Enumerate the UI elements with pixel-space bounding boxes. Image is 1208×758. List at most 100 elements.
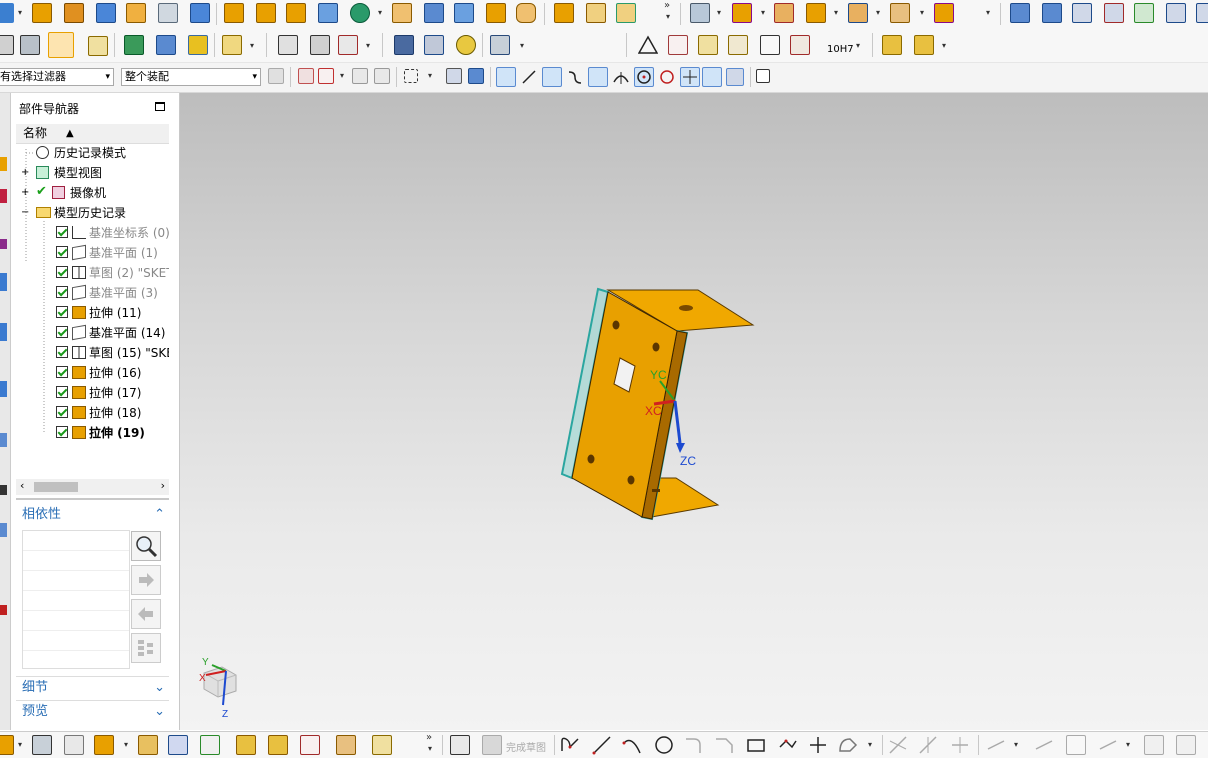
resource-icon-5[interactable]	[0, 323, 7, 341]
weld-icon[interactable]	[490, 35, 510, 55]
document-icon[interactable]	[760, 35, 780, 55]
chevron-down-icon[interactable]: ▾	[124, 740, 128, 749]
auto-dimension-icon[interactable]	[1066, 735, 1086, 755]
solid-icon[interactable]	[554, 3, 574, 23]
search-dependency-button[interactable]	[131, 531, 161, 561]
revolve-icon[interactable]	[158, 3, 178, 23]
dimension-icon[interactable]	[338, 35, 358, 55]
visibility-checkbox[interactable]	[56, 286, 68, 298]
offset-curve-icon[interactable]	[838, 735, 858, 755]
resource-icon-3[interactable]	[0, 239, 7, 249]
snap-intersection-icon[interactable]	[680, 67, 700, 87]
chevron-down-icon[interactable]: ▾	[1014, 740, 1018, 749]
body-select-icon[interactable]	[468, 68, 484, 84]
tree-item-datum-plane-14[interactable]: 基准平面 (14)	[16, 323, 169, 343]
replace-component-icon[interactable]	[300, 735, 320, 755]
stack-icon[interactable]	[882, 35, 902, 55]
collapse-minus-icon[interactable]: −	[21, 203, 29, 223]
layers-icon[interactable]	[20, 35, 40, 55]
new-component-icon[interactable]	[64, 735, 84, 755]
graphics-window[interactable]: YC XC ZC Y X Z	[180, 93, 1208, 730]
extrude-icon[interactable]	[126, 3, 146, 23]
chevron-down-icon[interactable]: ▾	[340, 71, 344, 80]
visibility-checkbox[interactable]	[56, 346, 68, 358]
move-component-icon[interactable]	[138, 735, 158, 755]
visibility-checkbox[interactable]	[56, 226, 68, 238]
loop-icon[interactable]	[1072, 3, 1092, 23]
chevron-down-icon[interactable]: ▾	[761, 8, 765, 17]
chevron-down-icon[interactable]: ▾	[834, 8, 838, 17]
filter-gear-icon[interactable]	[268, 68, 284, 84]
tree-item-model-views[interactable]: + 模型视图	[16, 163, 169, 183]
visibility-checkbox[interactable]	[56, 306, 68, 318]
circle-icon[interactable]	[654, 735, 674, 755]
chevron-down-icon[interactable]: ▾	[428, 744, 432, 753]
chevron-down-icon[interactable]: ▾	[18, 740, 22, 749]
hammer-icon[interactable]	[156, 35, 176, 55]
constraint-sketch-icon[interactable]	[986, 735, 1006, 755]
tree-item-datum-plane-3[interactable]: 基准平面 (3)	[16, 283, 169, 303]
visibility-checkbox[interactable]	[56, 246, 68, 258]
part-icon[interactable]	[0, 3, 14, 23]
finish-sketch-icon[interactable]	[482, 735, 502, 755]
resource-icon-1[interactable]	[0, 157, 7, 171]
box-icon[interactable]	[392, 3, 412, 23]
swoop-icon[interactable]	[1196, 3, 1208, 23]
tree-item-extrude-19[interactable]: 拉伸 (19)	[16, 423, 169, 443]
chevron-down-icon[interactable]: ▾	[1126, 740, 1130, 749]
snap-endpoint-icon[interactable]	[496, 67, 516, 87]
dependency-tree-button[interactable]	[131, 633, 161, 663]
chevron-down-icon[interactable]: ▾	[18, 8, 22, 17]
sweep-surface-icon[interactable]	[1166, 3, 1186, 23]
shell-icon[interactable]	[190, 3, 210, 23]
expand-plus-icon[interactable]: +	[21, 163, 29, 183]
rectangle-select-icon[interactable]	[404, 69, 418, 83]
assembly-icon[interactable]	[0, 735, 14, 755]
tree-item-extrude-16[interactable]: 拉伸 (16)	[16, 363, 169, 383]
chevron-down-icon[interactable]: ▾	[520, 41, 524, 50]
tree-item-camera[interactable]: + ✔ 摄像机	[16, 183, 169, 203]
wave-icon[interactable]	[336, 735, 356, 755]
horizontal-scrollbar[interactable]: ‹ ›	[16, 479, 169, 495]
resource-icon-4[interactable]	[0, 273, 7, 291]
resource-icon-8[interactable]	[0, 485, 7, 495]
scroll-right-icon[interactable]: ›	[161, 479, 165, 492]
visibility-checkbox[interactable]	[56, 366, 68, 378]
triangle-icon[interactable]	[637, 35, 659, 55]
column-header-name[interactable]: 名称 ▲	[16, 124, 169, 144]
component-icon[interactable]	[732, 3, 752, 23]
chevron-down-icon[interactable]: ▾	[717, 8, 721, 17]
tree-item-extrude-11[interactable]: 拉伸 (11)	[16, 303, 169, 323]
tolerance-icon[interactable]: 10H7	[826, 32, 854, 58]
snap-vertex-icon[interactable]	[588, 67, 608, 87]
more-icon[interactable]: »	[426, 732, 432, 743]
snap-icon[interactable]	[352, 68, 368, 84]
array-icon[interactable]	[286, 3, 306, 23]
chevron-down-icon[interactable]: ▾	[250, 41, 254, 50]
chevron-down-icon[interactable]: ▾	[366, 41, 370, 50]
scroll-left-icon[interactable]: ‹	[20, 479, 24, 492]
finish-sketch-label[interactable]: 完成草图	[506, 739, 546, 754]
quick-extend-icon[interactable]	[918, 735, 938, 755]
grid-icon[interactable]	[756, 69, 770, 83]
mirror-icon[interactable]	[168, 735, 188, 755]
bearing-icon[interactable]	[456, 35, 476, 55]
tree-item-model-history[interactable]: − 模型历史记录	[16, 203, 169, 223]
pattern-component-icon[interactable]	[268, 735, 288, 755]
move-face-icon[interactable]	[224, 3, 244, 23]
arc-icon[interactable]	[622, 735, 642, 755]
component-add-icon[interactable]	[32, 735, 52, 755]
chevron-down-icon[interactable]: ▾	[666, 12, 670, 21]
scroll-thumb[interactable]	[34, 482, 78, 492]
curve-icon[interactable]	[278, 35, 298, 55]
assembly-scope-select[interactable]: 整个装配 ▾	[121, 68, 261, 86]
thicken-icon[interactable]	[616, 3, 636, 23]
trim-icon[interactable]	[586, 3, 606, 23]
snap-2-icon[interactable]	[374, 68, 390, 84]
visibility-checkbox[interactable]	[56, 426, 68, 438]
mate-icon[interactable]	[806, 3, 826, 23]
fillet-icon[interactable]	[684, 735, 704, 755]
visibility-checkbox[interactable]	[56, 326, 68, 338]
tree-item-datum-plane-1[interactable]: 基准平面 (1)	[16, 243, 169, 263]
resource-icon-2[interactable]	[0, 189, 7, 203]
